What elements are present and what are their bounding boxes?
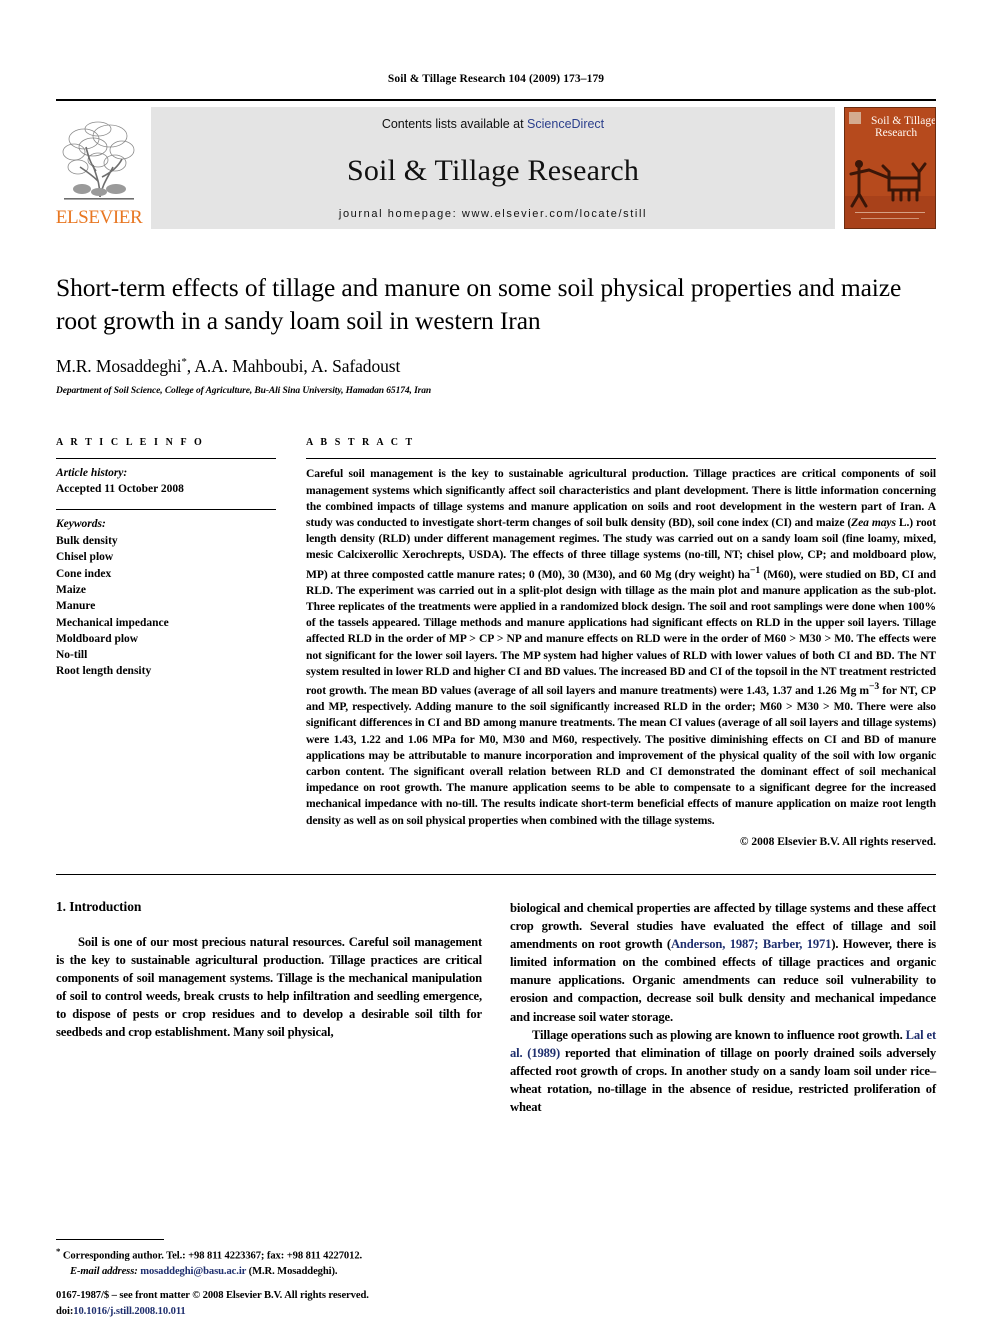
body-column-right: biological and chemical properties are a…: [510, 899, 936, 1117]
body-column-left: 1. Introduction Soil is one of our most …: [56, 899, 482, 1117]
corresponding-author-text: Corresponding author. Tel.: +98 811 4223…: [60, 1250, 363, 1262]
list-item: Mechanical impedance: [56, 616, 169, 629]
email-link[interactable]: mosaddeghi@basu.ac.ir: [140, 1266, 246, 1277]
abstract-part-1: Careful soil management is the key to su…: [306, 467, 936, 529]
paragraph-text-b: reported that elimination of tillage on …: [510, 1045, 937, 1115]
authors-remaining: , A.A. Mahboubi, A. Safadoust: [186, 356, 401, 377]
article-info-heading: A R T I C L E I N F O: [56, 437, 205, 449]
divider-body-top: [56, 873, 936, 875]
imprint-block: 0167-1987/$ – see front matter © 2008 El…: [56, 1288, 516, 1319]
corresponding-author-note: * Corresponding author. Tel.: +98 811 42…: [56, 1245, 496, 1264]
page-title: Short-term effects of tillage and manure…: [56, 273, 902, 336]
info-abstract-region: A R T I C L E I N F O Article history: A…: [56, 437, 936, 848]
journal-article-page: Soil & Tillage Research 104 (2009) 173–1…: [0, 0, 992, 1323]
email-owner: (M.R. Mosaddeghi).: [246, 1265, 338, 1277]
elsevier-wordmark: ELSEVIER: [55, 207, 143, 228]
divider-info-mid: [56, 509, 276, 510]
list-item: Cone index: [56, 567, 112, 580]
journal-cover-thumbnail: Soil & Tillage Research: [844, 107, 936, 229]
abstract-text: Careful soil management is the key to su…: [306, 466, 936, 829]
title-block: Short-term effects of tillage and manure…: [56, 229, 936, 396]
email-address-label: E-mail address:: [70, 1265, 138, 1277]
list-item: Chisel plow: [56, 551, 114, 564]
sciencedirect-link[interactable]: ScienceDirect: [527, 117, 604, 131]
abstract-species-name: Zea mays: [851, 515, 896, 529]
abstract-part-4: for NT, CP and MP, respectively. Adding …: [306, 683, 936, 827]
svg-text:Research: Research: [875, 127, 917, 139]
journal-cover-art: Soil & Tillage Research: [845, 108, 935, 228]
keywords-label: Keywords:: [56, 518, 106, 530]
list-item: Manure: [56, 600, 96, 613]
keywords-list: Bulk density Chisel plow Cone index Maiz…: [56, 533, 276, 680]
article-history-label: Article history:: [56, 467, 128, 480]
abstract-superscript-2: −3: [869, 680, 880, 692]
contents-lists-text: Contents lists available at: [381, 117, 528, 131]
list-item: Moldboard plow: [56, 632, 139, 645]
abstract-part-3: (M60), were studied on BD, CI and RLD. T…: [306, 567, 936, 697]
list-item: Bulk density: [56, 534, 118, 547]
paragraph: biological and chemical properties are a…: [510, 899, 936, 1026]
list-item: Maize: [56, 583, 87, 596]
journal-masthead: ELSEVIER Contents lists available at Sci…: [56, 99, 936, 229]
contents-lists-line: Contents lists available at ScienceDirec…: [382, 117, 604, 131]
abstract-heading: A B S T R A C T: [306, 437, 415, 449]
paragraph: Tillage operations such as plowing are k…: [510, 1026, 936, 1117]
citation-link[interactable]: Anderson, 1987; Barber, 1971: [671, 937, 832, 951]
svg-text:Soil & Tillage: Soil & Tillage: [871, 115, 935, 127]
footnote-block: * Corresponding author. Tel.: +98 811 42…: [56, 1239, 496, 1279]
issn-line: 0167-1987/$ – see front matter © 2008 El…: [56, 1290, 369, 1302]
author-corresponding: M.R. Mosaddeghi: [56, 356, 182, 377]
article-history-value: Accepted 11 October 2008: [56, 483, 184, 496]
divider-info-top: [56, 458, 276, 460]
body-two-column: 1. Introduction Soil is one of our most …: [56, 899, 936, 1117]
copyright-line: © 2008 Elsevier B.V. All rights reserved…: [739, 835, 936, 848]
journal-title: Soil & Tillage Research: [346, 154, 640, 187]
doi-link[interactable]: 10.1016/j.still.2008.10.011: [73, 1306, 185, 1317]
email-note: E-mail address: mosaddeghi@basu.ac.ir (M…: [56, 1264, 496, 1279]
footnote-divider: [56, 1239, 164, 1241]
elsevier-tree-icon: [62, 121, 135, 200]
running-head: Soil & Tillage Research 104 (2009) 173–1…: [387, 73, 605, 85]
abstract-superscript-1: −1: [750, 564, 761, 576]
divider-abstract-top: [306, 458, 936, 460]
doi-line: doi:10.1016/j.still.2008.10.011: [56, 1304, 516, 1319]
author-affiliation: Department of Soil Science, College of A…: [56, 386, 432, 397]
doi-label: doi:: [56, 1305, 74, 1317]
list-item: Root length density: [56, 665, 152, 678]
article-info-column: A R T I C L E I N F O Article history: A…: [56, 437, 304, 848]
elsevier-logo: ELSEVIER: [55, 107, 143, 229]
paragraph-text-a: Tillage operations such as plowing are k…: [532, 1027, 906, 1042]
author-list: M.R. Mosaddeghi*, A.A. Mahboubi, A. Safa…: [56, 356, 936, 377]
sciencedirect-banner: Contents lists available at ScienceDirec…: [151, 107, 835, 229]
paragraph: Soil is one of our most precious natural…: [56, 934, 482, 1040]
section-heading-introduction: 1. Introduction: [56, 898, 142, 914]
journal-homepage-line[interactable]: journal homepage: www.elsevier.com/locat…: [339, 208, 647, 220]
abstract-column: A B S T R A C T Careful soil management …: [304, 437, 936, 848]
list-item: No-till: [56, 649, 88, 662]
